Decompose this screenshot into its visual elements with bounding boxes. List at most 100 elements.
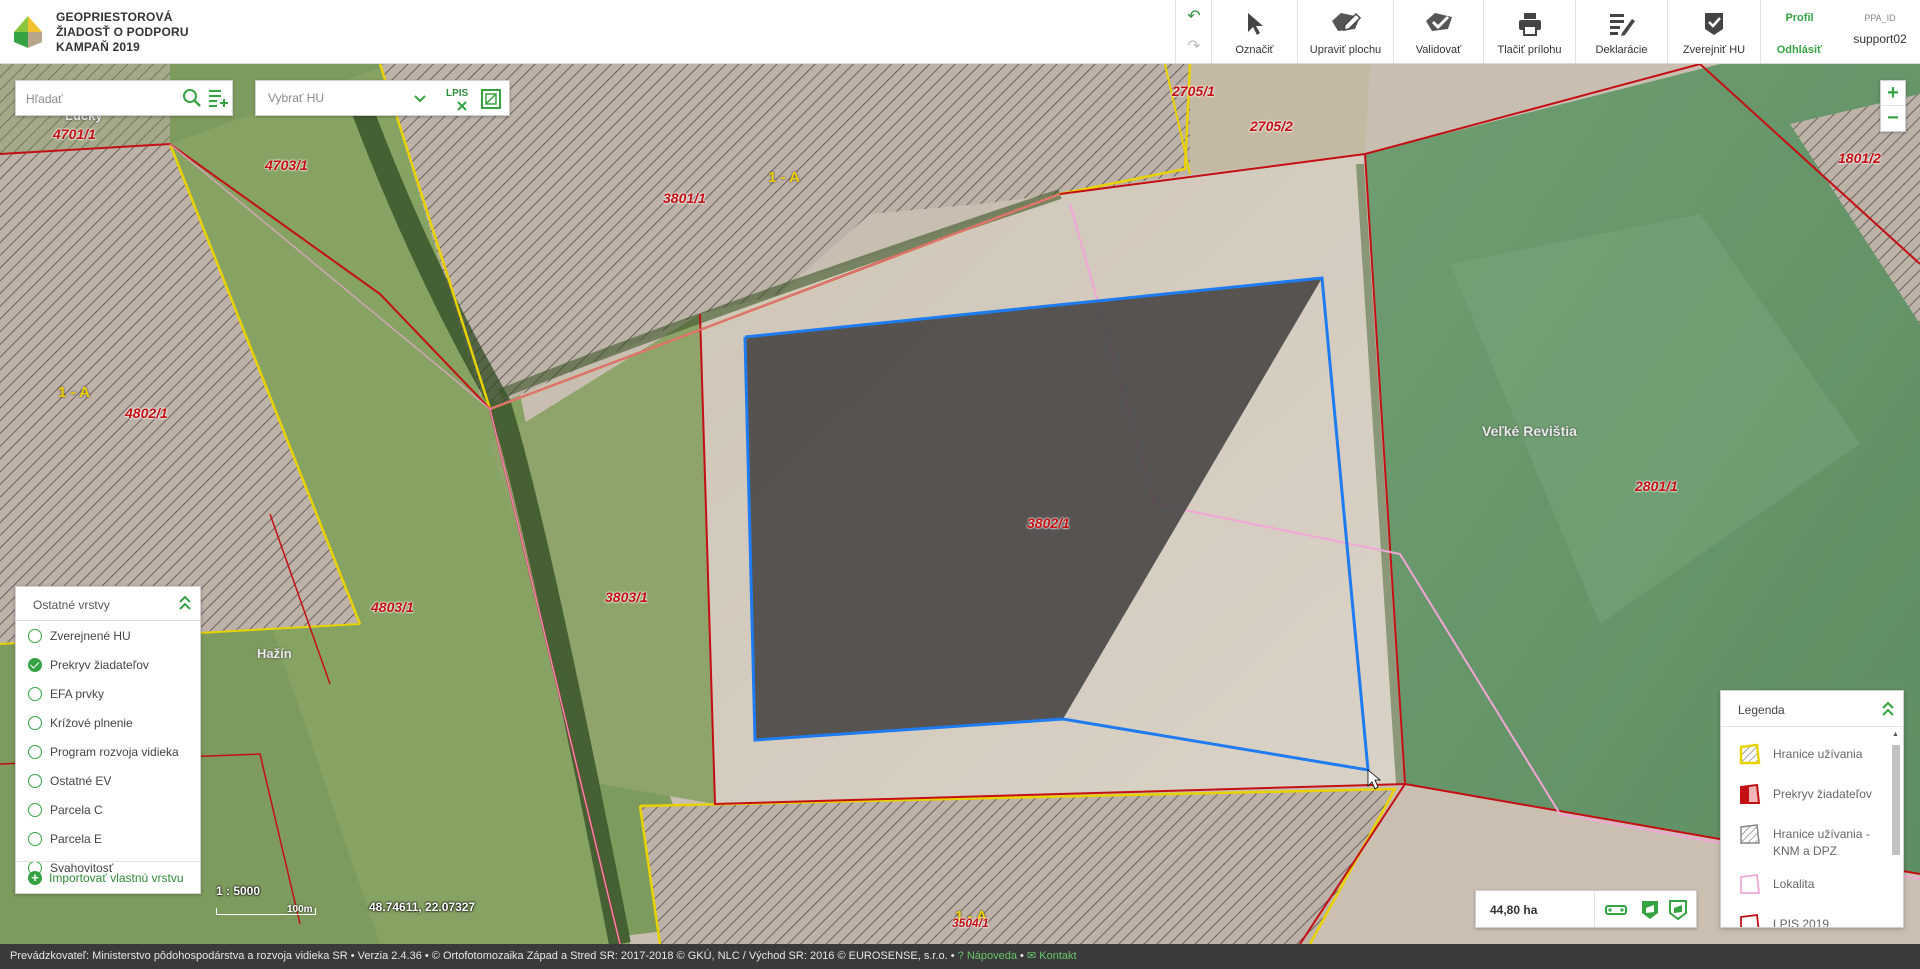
chevron-down-icon — [414, 95, 426, 103]
parcel-label: 2705/2 — [1250, 118, 1293, 134]
validate-button[interactable]: Validovať — [1393, 0, 1483, 63]
layer-label: Parcela E — [50, 832, 103, 846]
layer-overlay-icon[interactable] — [480, 88, 502, 110]
search-list-icon[interactable] — [207, 87, 229, 109]
layer-checkbox[interactable] — [28, 716, 42, 730]
redo-icon[interactable]: ↷ — [1185, 38, 1203, 56]
legend-label: Hranice užívania - KNM a DPZ — [1773, 827, 1870, 858]
profile-link[interactable]: Profil — [1761, 12, 1838, 24]
footer-text: Prevádzkovateľ: Ministerstvo pôdohospodá… — [10, 950, 955, 962]
publish-hu-button[interactable]: Zverejniť HU — [1667, 0, 1760, 63]
locality-label: Hažín — [257, 646, 292, 661]
overlap-swatch-icon — [1740, 783, 1761, 804]
logout-link[interactable]: Odhlásiť — [1761, 44, 1838, 56]
lpis-toggle[interactable]: LPIS — [446, 88, 469, 111]
scale-bar-label: 100m — [287, 904, 313, 915]
app-logo — [14, 16, 42, 48]
search-icon[interactable] — [181, 87, 203, 109]
search-input[interactable] — [26, 89, 176, 109]
parcel-label: 4701/1 — [53, 126, 96, 142]
usage-code-label: 1 - A — [768, 169, 800, 186]
close-icon — [457, 101, 467, 111]
layer-label: Prekryv žiadateľov — [50, 658, 149, 672]
layer-checkbox[interactable] — [28, 745, 42, 759]
validate-button-label: Validovať — [1415, 44, 1462, 56]
username: support02 — [1853, 32, 1907, 46]
import-layer-label: Importovať vlastnú vrstvu — [49, 871, 184, 885]
import-layer-button[interactable]: + Importovať vlastnú vrstvu — [16, 861, 200, 893]
legend-header[interactable]: Legenda — [1721, 691, 1903, 727]
footer-separator: • — [1020, 950, 1027, 962]
hu-select[interactable]: Vybrať HU LPIS — [255, 80, 510, 116]
divider — [1594, 891, 1595, 927]
parcel-label: 4802/1 — [125, 405, 168, 421]
hu-select-placeholder: Vybrať HU — [268, 91, 325, 105]
legend-label: Hranice užívania — [1773, 747, 1863, 761]
layer-checkbox[interactable] — [28, 774, 42, 788]
edit-area-icon — [1331, 12, 1361, 31]
print-button[interactable]: Tlačiť prílohu — [1483, 0, 1575, 63]
area-box: 44,80 ha — [1475, 890, 1697, 928]
parcel-label: 3803/1 — [605, 589, 648, 605]
footer-text-container: Prevádzkovateľ: Ministerstvo pôdohospodá… — [10, 944, 1077, 969]
layer-label: Program rozvoja vidieka — [50, 745, 179, 759]
publish-hu-button-label: Zverejniť HU — [1682, 44, 1746, 56]
parcel-label: 2705/1 — [1172, 83, 1215, 99]
cursor-coordinates: 48.74611, 22.07327 — [369, 900, 476, 914]
app-title-line-3: KAMPAŇ 2019 — [56, 40, 141, 54]
layer-label: EFA prvky — [50, 687, 105, 701]
print-button-label: Tlačiť prílohu — [1497, 44, 1562, 56]
edit-area-button-label: Upraviť plochu — [1309, 44, 1382, 56]
parcel-label: 3801/1 — [663, 190, 706, 206]
app-title-line-1: GEOPRIESTOROVÁ — [56, 10, 173, 24]
parcel-label: 4703/1 — [265, 157, 308, 173]
measure-icon[interactable] — [1604, 901, 1628, 919]
validate-icon — [1425, 13, 1452, 31]
usage-border-swatch-icon — [1739, 743, 1761, 765]
search-box — [15, 80, 233, 116]
app-window: GEOPRIESTOROVÁ ŽIADOSŤ O PODPORU KAMPAŇ … — [0, 0, 1920, 969]
layer-checkbox[interactable] — [28, 629, 42, 643]
profile-group: Profil Odhlásiť — [1760, 0, 1838, 63]
edit-area-button[interactable]: Upraviť plochu — [1297, 0, 1393, 63]
layer-checkbox[interactable] — [28, 687, 42, 701]
layer-label: Krížové plnenie — [50, 716, 133, 730]
map-scale: 1 : 5000 — [216, 884, 261, 898]
lpis-swatch-icon — [1740, 913, 1760, 927]
help-icon: ? — [957, 950, 964, 962]
select-button[interactable]: Označiť — [1211, 0, 1297, 63]
legend-label: LPIS 2019 — [1773, 917, 1830, 928]
undo-redo-group: ↶ ↷ — [1175, 0, 1211, 63]
locality-label: Veľké Revištia — [1482, 423, 1577, 439]
declarations-button[interactable]: Deklarácie — [1575, 0, 1667, 63]
undo-icon[interactable]: ↶ — [1185, 8, 1203, 26]
parcel-label: 4803/1 — [371, 599, 414, 615]
publish-icon — [1705, 13, 1723, 35]
layer-checkbox-checked[interactable] — [28, 658, 42, 672]
shield-outline-icon[interactable] — [1666, 898, 1690, 922]
layers-panel: Ostatné vrstvy Zverejnené HU Prekryv žiad… — [15, 586, 201, 894]
zoom-out-button[interactable]: − — [1881, 106, 1905, 131]
print-icon — [1518, 13, 1541, 36]
locality-swatch-icon — [1740, 873, 1761, 894]
zoom-in-button[interactable]: + — [1881, 81, 1905, 106]
map-canvas[interactable]: 4701/1 Lúcky 4703/1 3801/1 1 - A 2705/1 … — [0, 64, 1920, 944]
user-info: PPA_ID support02 — [1840, 0, 1920, 63]
lpis-label: LPIS — [446, 88, 469, 99]
shield-map-icon[interactable] — [1638, 898, 1662, 922]
app-title: GEOPRIESTOROVÁ ŽIADOSŤ O PODPORU KAMPAŇ … — [56, 10, 189, 55]
footer-bar: Prevádzkovateľ: Ministerstvo pôdohospodá… — [0, 944, 1920, 969]
layer-checkbox[interactable] — [28, 832, 42, 846]
declarations-button-label: Deklarácie — [1595, 44, 1648, 56]
layers-panel-header[interactable]: Ostatné vrstvy — [16, 587, 200, 621]
collapse-icon[interactable] — [178, 595, 192, 611]
zoom-control: + − — [1880, 80, 1906, 132]
scroll-up-icon[interactable]: ▲ — [1892, 731, 1899, 738]
legend-label: Lokalita — [1773, 877, 1815, 891]
help-link[interactable]: Nápoveda — [967, 950, 1017, 962]
scrollbar-thumb[interactable] — [1892, 745, 1900, 855]
layer-checkbox[interactable] — [28, 803, 42, 817]
legend-scrollbar[interactable]: ▲ — [1891, 731, 1901, 925]
collapse-icon[interactable] — [1881, 701, 1895, 717]
contact-link[interactable]: Kontakt — [1039, 950, 1076, 962]
